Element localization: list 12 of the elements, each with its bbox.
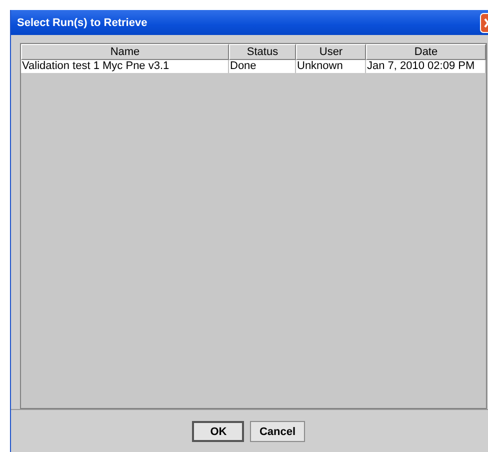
- table-cell: Done: [229, 60, 296, 73]
- ok-button[interactable]: OK: [192, 421, 244, 442]
- window-title: Select Run(s) to Retrieve: [17, 16, 148, 28]
- column-header[interactable]: Status: [229, 44, 296, 60]
- column-header[interactable]: Name: [21, 44, 229, 60]
- table-cell: Unknown: [296, 60, 366, 73]
- table-cell: Validation test 1 Myc Pne v3.1: [21, 60, 229, 73]
- table-row[interactable]: Validation test 1 Myc Pne v3.1 Done Unknown Jan 7, 2010 02:09 PM: [21, 60, 486, 73]
- column-header[interactable]: Date: [366, 44, 486, 60]
- cancel-button[interactable]: Cancel: [250, 421, 305, 442]
- table-cell: Jan 7, 2010 02:09 PM: [366, 60, 486, 73]
- column-header[interactable]: User: [296, 44, 366, 60]
